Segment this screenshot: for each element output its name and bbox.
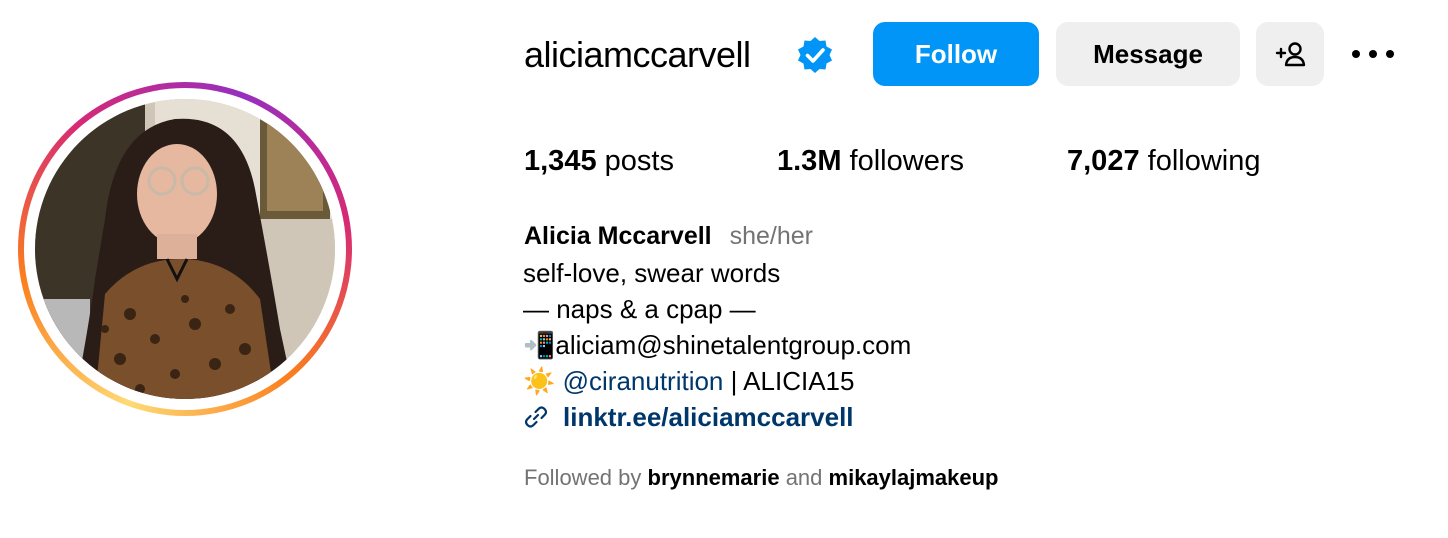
profile-username: aliciamccarvell (524, 34, 751, 75)
pronouns: she/her (729, 222, 814, 250)
bio-email: 📲aliciam@shinetalentgroup.com (523, 330, 912, 360)
bio-line: self-love, swear words (523, 258, 781, 288)
bio-line: — naps & a cpap — (523, 294, 756, 324)
story-ring[interactable] (18, 82, 352, 416)
mutual-account-2[interactable]: mikaylajmakeup (829, 465, 999, 490)
more-options-icon (1352, 50, 1394, 58)
follow-button[interactable]: Follow (873, 22, 1039, 86)
mention-link[interactable]: @ciranutrition (563, 366, 724, 396)
posts-count: 1,345 (524, 145, 597, 177)
external-link[interactable]: linktr.ee/aliciamccarvell (523, 400, 854, 434)
following-stat[interactable]: 7,027 following (1067, 142, 1260, 180)
followers-stat[interactable]: 1.3M followers (777, 142, 964, 180)
full-name: Alicia Mccarvell (524, 222, 712, 250)
followers-label[interactable]: followers (850, 145, 964, 177)
mutual-followers[interactable]: Followed by brynnemarie and mikaylajmake… (524, 464, 999, 492)
promo-code: | ALICIA15 (723, 366, 855, 396)
followed-by-joiner: and (779, 465, 829, 490)
following-label[interactable]: following (1148, 145, 1261, 177)
followed-by-prefix: Followed by (524, 465, 648, 490)
more-options-button[interactable] (1346, 34, 1400, 74)
posts-label: posts (604, 145, 674, 177)
mutual-account-1[interactable]: brynnemarie (648, 465, 780, 490)
name-line: Alicia Mccarvell she/her (524, 220, 813, 252)
message-button[interactable]: Message (1056, 22, 1240, 86)
verified-badge-icon (798, 37, 832, 73)
suggest-similar-button[interactable] (1256, 22, 1324, 86)
followers-count[interactable]: 1.3M (777, 145, 841, 177)
bio-promo-line: ☀️ @ciranutrition | ALICIA15 (523, 364, 854, 398)
following-count[interactable]: 7,027 (1067, 145, 1140, 177)
avatar-photo (35, 99, 335, 399)
external-link-text[interactable]: linktr.ee/aliciamccarvell (563, 400, 854, 434)
profile-avatar[interactable] (35, 99, 335, 399)
person-add-icon (1275, 42, 1306, 67)
posts-stat: 1,345 posts (524, 142, 674, 180)
link-icon (524, 406, 548, 428)
sun-icon: ☀️ (523, 366, 556, 396)
